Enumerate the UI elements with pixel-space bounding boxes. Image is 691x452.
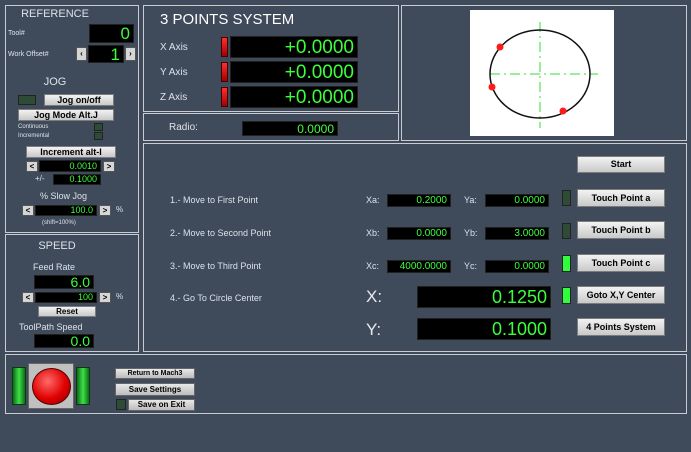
xa-label: Xa: bbox=[366, 195, 380, 205]
page-title: 3 POINTS SYSTEM bbox=[160, 11, 295, 28]
jog-toggle-button[interactable]: Jog on/off bbox=[44, 94, 114, 106]
save-on-exit-button[interactable]: Save on Exit bbox=[128, 399, 195, 411]
shift-note: (shift=100%) bbox=[42, 220, 76, 226]
circle-drawing bbox=[488, 22, 598, 128]
point-b-marker bbox=[488, 83, 496, 91]
yc-dro: 0.0000 bbox=[485, 260, 549, 273]
yb-label: Yb: bbox=[464, 228, 478, 238]
four-points-system-button[interactable]: 4 Points System bbox=[577, 318, 665, 336]
plus-minus-label: +/- bbox=[35, 174, 45, 183]
y-axis-ref-led bbox=[221, 62, 228, 82]
z-axis-dro[interactable]: +0.0000 bbox=[230, 86, 358, 108]
feed-rate-label: Feed Rate bbox=[33, 262, 76, 272]
reference-title: REFERENCE bbox=[21, 8, 89, 20]
jog-mode-button[interactable]: Jog Mode Alt.J bbox=[18, 109, 114, 121]
touch-c-led bbox=[562, 255, 571, 272]
touch-b-led bbox=[562, 223, 571, 239]
return-to-mach3-button[interactable]: Return to Mach3 bbox=[115, 368, 195, 379]
step-4-text: 4.- Go To Circle Center bbox=[170, 293, 262, 303]
center-y-label: Y: bbox=[366, 320, 382, 339]
y-axis-label: Y Axis bbox=[160, 67, 188, 78]
touch-point-a-button[interactable]: Touch Point a bbox=[577, 189, 665, 207]
save-settings-button[interactable]: Save Settings bbox=[115, 383, 195, 396]
touch-a-led bbox=[562, 190, 571, 206]
jog-on-led bbox=[18, 95, 36, 105]
speed-title: SPEED bbox=[38, 240, 76, 252]
y-axis-dro[interactable]: +0.0000 bbox=[230, 61, 358, 83]
bottom-bar bbox=[5, 354, 687, 414]
feed-override-percent-label: % bbox=[116, 292, 124, 301]
save-on-exit-led bbox=[116, 399, 126, 410]
step-1-text: 1.- Move to First Point bbox=[170, 195, 259, 205]
xc-dro: 4000.0000 bbox=[387, 260, 451, 273]
z-axis-ref-led bbox=[221, 87, 228, 107]
step-2-text: 2.- Move to Second Point bbox=[170, 228, 272, 238]
feed-reset-button[interactable]: Reset bbox=[38, 306, 96, 317]
radio-label: Radio: bbox=[169, 122, 198, 133]
tool-number-dro[interactable]: 0 bbox=[89, 24, 134, 43]
point-c-marker bbox=[559, 107, 567, 115]
xb-dro: 0.0000 bbox=[387, 227, 451, 240]
feed-override-increase-button[interactable]: > bbox=[99, 292, 111, 303]
circle-diagram bbox=[470, 10, 614, 136]
yc-label: Yc: bbox=[464, 261, 478, 271]
estop-button[interactable] bbox=[28, 363, 74, 409]
xc-label: Xc: bbox=[366, 261, 380, 271]
estop-right-bar bbox=[76, 367, 90, 405]
slow-jog-percent-label: % bbox=[116, 205, 124, 214]
z-axis-label: Z Axis bbox=[160, 92, 188, 103]
ya-dro: 0.0000 bbox=[485, 194, 549, 207]
increment-decrease-button[interactable]: < bbox=[26, 161, 38, 172]
slow-jog-label: % Slow Jog bbox=[40, 191, 88, 201]
work-offset-dro[interactable]: 1 bbox=[88, 45, 124, 63]
jog-title: JOG bbox=[43, 76, 67, 88]
point-a-marker bbox=[496, 43, 504, 51]
feed-override-decrease-button[interactable]: < bbox=[22, 292, 34, 303]
touch-point-b-button[interactable]: Touch Point b bbox=[577, 221, 665, 239]
work-offset-increment-button[interactable]: › bbox=[125, 47, 136, 61]
feed-rate-dro[interactable]: 6.0 bbox=[34, 275, 94, 289]
xa-dro: 0.2000 bbox=[387, 194, 451, 207]
x-axis-label: X Axis bbox=[160, 42, 188, 53]
touch-point-c-button[interactable]: Touch Point c bbox=[577, 254, 665, 272]
continuous-label: Continuous bbox=[18, 124, 49, 130]
toolpath-speed-dro: 0.0 bbox=[34, 334, 94, 348]
toolpath-speed-label: ToolPath Speed bbox=[19, 322, 83, 332]
work-offset-label: Work Offset# bbox=[8, 51, 49, 58]
xb-label: Xb: bbox=[366, 228, 380, 238]
goto-center-led bbox=[562, 287, 571, 304]
center-x-label: X: bbox=[366, 287, 383, 306]
radio-dro: 0.0000 bbox=[242, 121, 338, 136]
incremental-label: Incremental bbox=[18, 133, 50, 139]
slow-jog-dro[interactable]: 100.0 bbox=[35, 205, 97, 216]
x-axis-dro[interactable]: +0.0000 bbox=[230, 36, 358, 58]
slow-jog-increase-button[interactable]: > bbox=[99, 205, 111, 216]
tool-label: Tool# bbox=[8, 30, 25, 37]
work-offset-decrement-button[interactable]: ‹ bbox=[76, 47, 87, 61]
continuous-led bbox=[94, 123, 103, 131]
yb-dro: 3.0000 bbox=[485, 227, 549, 240]
plus-minus-dro[interactable]: 0.1000 bbox=[53, 174, 101, 185]
increment-value-dro[interactable]: 0.0010 bbox=[39, 160, 101, 172]
goto-center-button[interactable]: Goto X,Y Center bbox=[577, 286, 665, 304]
center-y-dro: 0.1000 bbox=[417, 318, 551, 340]
estop-icon bbox=[32, 368, 71, 405]
ya-label: Ya: bbox=[464, 195, 477, 205]
x-axis-ref-led bbox=[221, 37, 228, 57]
center-x-dro: 0.1250 bbox=[417, 286, 551, 308]
step-3-text: 3.- Move to Third Point bbox=[170, 261, 261, 271]
start-button[interactable]: Start bbox=[577, 156, 665, 173]
increment-button[interactable]: Increment alt-I bbox=[26, 146, 116, 158]
estop-left-bar bbox=[12, 367, 26, 405]
incremental-led bbox=[94, 132, 103, 140]
slow-jog-decrease-button[interactable]: < bbox=[22, 205, 34, 216]
increment-increase-button[interactable]: > bbox=[103, 161, 115, 172]
feed-override-dro[interactable]: 100 bbox=[35, 292, 97, 303]
